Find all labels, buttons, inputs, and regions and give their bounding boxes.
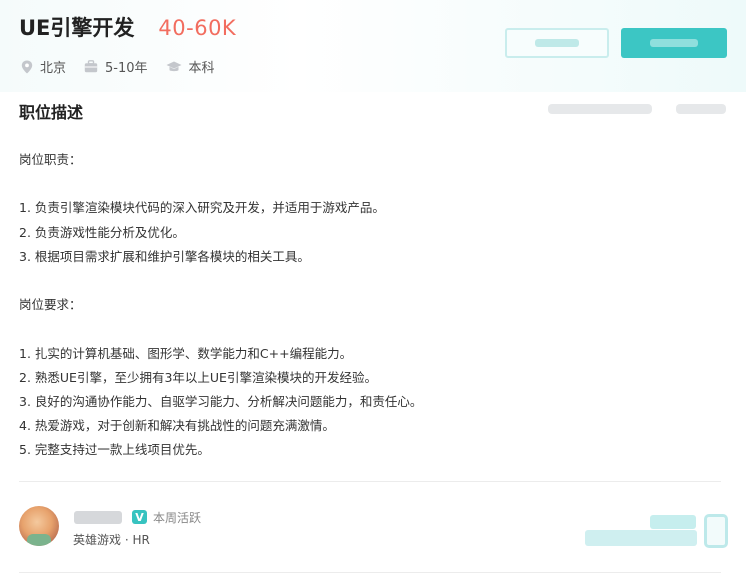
chat-avatar-blurred[interactable] bbox=[704, 514, 728, 548]
requirement-item: 1. 扎实的计算机基础、图形学、数学能力和C++编程能力。 bbox=[19, 345, 353, 361]
activity-status: 本周活跃 bbox=[153, 511, 202, 525]
job-meta: 北京 5-10年 本科 bbox=[21, 57, 233, 76]
divider bbox=[19, 481, 721, 482]
location-pin-icon bbox=[21, 60, 33, 73]
blurred-link-2[interactable] bbox=[676, 104, 726, 114]
blurred-link-1[interactable] bbox=[548, 104, 652, 114]
requirement-item: 2. 熟悉UE引擎，至少拥有3年以上UE引擎渲染模块的开发经验。 bbox=[19, 369, 377, 385]
experience-text: 5-10年 bbox=[105, 61, 148, 76]
duties-heading: 岗位职责： bbox=[19, 152, 82, 167]
avatar-shape bbox=[27, 534, 51, 546]
graduation-cap-icon bbox=[166, 61, 182, 71]
duty-item: 1. 负责引擎渲染模块代码的深入研究及开发，并适用于游戏产品。 bbox=[19, 200, 385, 216]
recruiter-avatar[interactable] bbox=[19, 506, 59, 546]
interest-button-label-blurred bbox=[535, 39, 579, 47]
recruiter-company: 英雄游戏 · HR bbox=[73, 533, 150, 547]
requirement-item: 4. 热爱游戏，对于创新和解决有挑战性的问题充满激情。 bbox=[19, 418, 335, 434]
salary: 40-60K bbox=[158, 16, 237, 40]
job-title: UE引擎开发 bbox=[19, 16, 135, 40]
verified-badge-icon: V bbox=[132, 510, 147, 524]
duty-item: 3. 根据项目需求扩展和维护引擎各模块的相关工具。 bbox=[19, 248, 310, 264]
education-text: 本科 bbox=[188, 61, 215, 76]
bottom-divider bbox=[19, 572, 721, 573]
section-title: 职位描述 bbox=[19, 103, 84, 122]
job-header: UE引擎开发 40-60K bbox=[19, 12, 236, 42]
chat-widget-blurred-top bbox=[650, 515, 696, 529]
requirement-item: 5. 完整支持过一款上线项目优先。 bbox=[19, 442, 210, 458]
location-text: 北京 bbox=[40, 61, 67, 76]
meta-education: 本科 bbox=[166, 57, 215, 76]
chat-button-label-blurred bbox=[650, 39, 698, 47]
requirement-item: 3. 良好的沟通协作能力、自驱学习能力、分析解决问题能力，和责任心。 bbox=[19, 393, 423, 409]
job-description: 岗位职责： 1. 负责引擎渲染模块代码的深入研究及开发，并适用于游戏产品。 2.… bbox=[19, 148, 422, 463]
meta-location: 北京 bbox=[21, 57, 66, 76]
duty-item: 2. 负责游戏性能分析及优化。 bbox=[19, 224, 185, 240]
briefcase-icon bbox=[84, 60, 98, 73]
interest-button[interactable] bbox=[505, 28, 609, 58]
requirements-heading: 岗位要求： bbox=[19, 297, 82, 313]
chat-button[interactable] bbox=[621, 28, 727, 58]
recruiter-name-blurred bbox=[74, 511, 122, 524]
meta-experience: 5-10年 bbox=[84, 57, 148, 76]
chat-widget-blurred[interactable] bbox=[585, 530, 697, 546]
